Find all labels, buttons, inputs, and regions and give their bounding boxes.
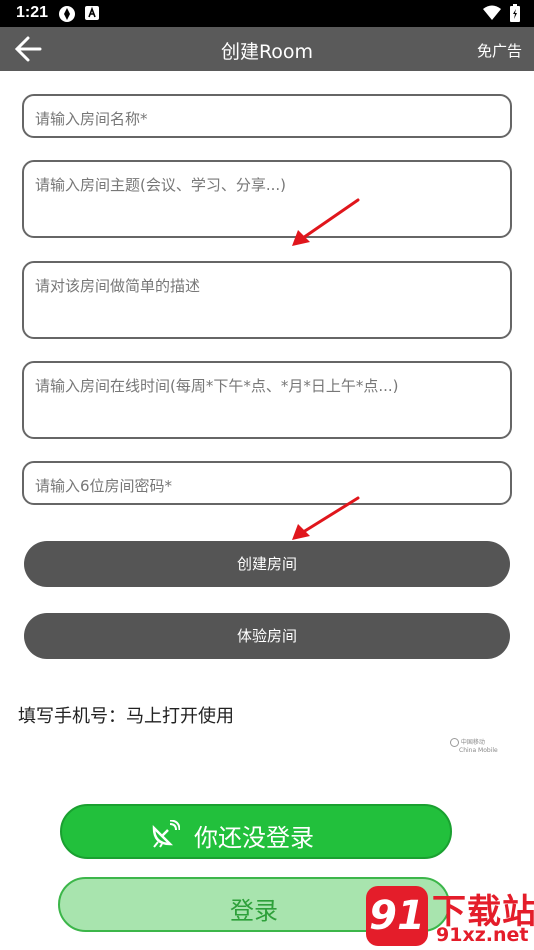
battery-icon (510, 4, 520, 22)
room-online-time-input[interactable]: 请输入房间在线时间(每周*下午*点、*月*日上午*点...) (22, 361, 512, 439)
room-password-placeholder: 请输入6位房间密码* (35, 477, 173, 495)
room-name-input[interactable]: 请输入房间名称* (22, 94, 512, 138)
room-topic-input[interactable]: 请输入房间主题(会议、学习、分享...) (22, 160, 512, 238)
not-logged-in-banner[interactable]: 你还没登录 (60, 804, 452, 859)
carrier-logo: 中国移动 China Mobile (450, 738, 498, 754)
remove-ads-button[interactable]: 免广告 (477, 40, 522, 61)
annotation-arrow-icon (292, 198, 360, 246)
carrier-name-en: China Mobile (459, 747, 498, 754)
watermark-logo: 91 (366, 886, 428, 946)
status-bar: 1:21 (0, 0, 534, 27)
not-logged-in-label: 你还没登录 (194, 824, 314, 852)
room-online-time-placeholder: 请输入房间在线时间(每周*下午*点、*月*日上午*点...) (35, 377, 399, 395)
status-right-icons (482, 4, 520, 22)
room-password-input[interactable]: 请输入6位房间密码* (22, 461, 512, 505)
annotation-arrow-icon (292, 496, 360, 540)
room-description-input[interactable]: 请对该房间做简单的描述 (22, 261, 512, 339)
wifi-icon (483, 5, 501, 20)
app-notification-icon (59, 6, 75, 22)
room-name-placeholder: 请输入房间名称* (35, 110, 148, 128)
satellite-dish-icon (152, 820, 180, 848)
status-left-icons (58, 5, 100, 23)
a-notification-icon (85, 6, 99, 20)
status-time: 1:21 (16, 4, 49, 21)
watermark-domain: 91xz.net (436, 924, 529, 946)
app-bar: 创建Room 免广告 (0, 27, 534, 71)
room-topic-placeholder: 请输入房间主题(会议、学习、分享...) (35, 176, 287, 194)
create-room-button[interactable]: 创建房间 (24, 541, 510, 587)
watermark: 91 下载站 91xz.net (366, 880, 534, 950)
page-title: 创建Room (220, 41, 314, 63)
room-description-placeholder: 请对该房间做简单的描述 (35, 277, 201, 295)
trial-room-button[interactable]: 体验房间 (24, 613, 510, 659)
phone-hint-text: 填写手机号：马上打开使用 (18, 706, 234, 727)
watermark-logo-text: 91 (369, 893, 425, 939)
carrier-name: 中国移动 (460, 739, 485, 746)
